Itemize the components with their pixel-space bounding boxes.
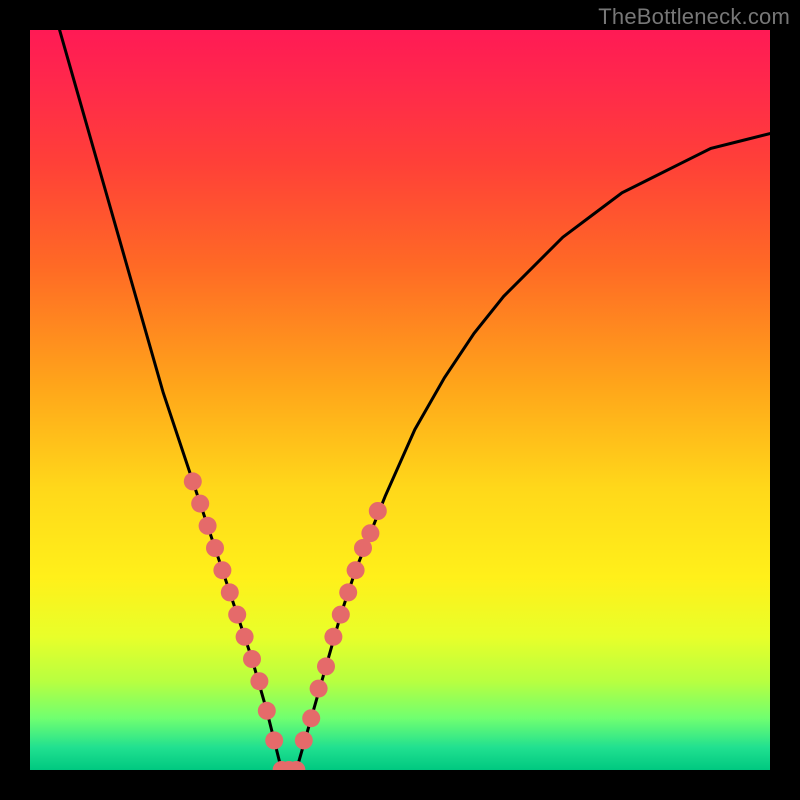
- data-point: [310, 680, 328, 698]
- data-point: [250, 672, 268, 690]
- plot-area: [30, 30, 770, 770]
- data-point: [206, 539, 224, 557]
- chart-frame: TheBottleneck.com: [0, 0, 800, 800]
- data-point: [184, 472, 202, 490]
- data-point: [369, 502, 387, 520]
- data-point: [265, 731, 283, 749]
- data-point: [258, 702, 276, 720]
- data-point: [339, 583, 357, 601]
- data-point: [213, 561, 231, 579]
- data-point: [199, 517, 217, 535]
- data-point: [324, 628, 342, 646]
- data-point: [236, 628, 254, 646]
- curve-svg: [30, 30, 770, 770]
- data-point: [302, 709, 320, 727]
- data-point: [361, 524, 379, 542]
- bottleneck-curve: [60, 30, 770, 770]
- data-point: [332, 606, 350, 624]
- data-point: [243, 650, 261, 668]
- data-point: [295, 731, 313, 749]
- watermark-text: TheBottleneck.com: [598, 4, 790, 30]
- data-point: [347, 561, 365, 579]
- data-point: [191, 495, 209, 513]
- data-point: [221, 583, 239, 601]
- data-point: [317, 657, 335, 675]
- data-point: [228, 606, 246, 624]
